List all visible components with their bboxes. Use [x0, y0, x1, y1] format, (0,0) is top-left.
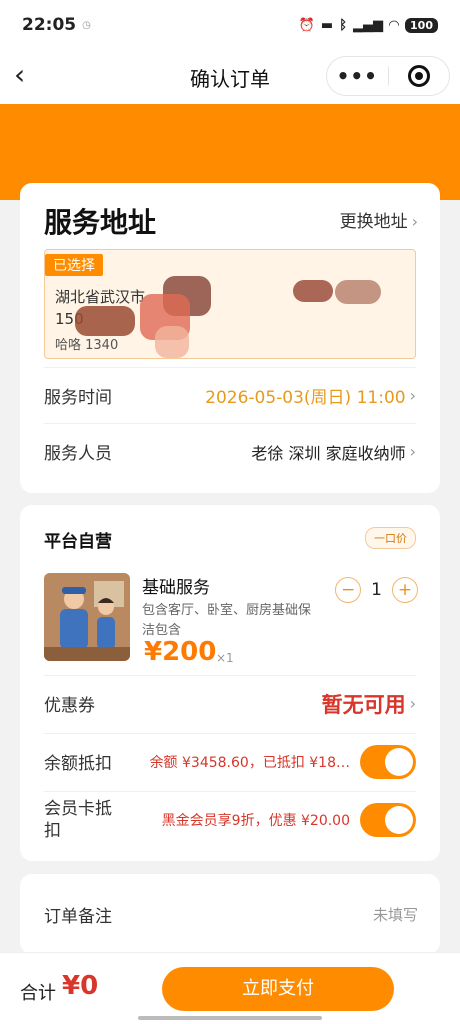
chevron-right-icon: › [409, 386, 416, 405]
chevron-right-icon: › [409, 694, 416, 713]
order-card: 平台自营 一口价 基础服务 包含客厅、卧室、厨房基础保洁包含 ¥200 ×1 −… [20, 505, 440, 861]
balance-row: 余额抵扣 余额 ¥3458.60，已抵扣 ¥18… [44, 733, 416, 789]
address-card: 服务地址 更换地址 › 已选择 湖北省武汉市 150 哈咯 1340 服务时间 2… [20, 183, 440, 493]
redaction-mark [293, 280, 333, 302]
minus-button[interactable]: − [335, 577, 362, 603]
address-line: 湖北省武汉市 [55, 288, 146, 306]
back-icon[interactable]: ‹ [14, 61, 44, 92]
note-label: 订单备注 [44, 907, 112, 927]
coupon-row[interactable]: 优惠券 暂无可用 › [44, 675, 416, 731]
bed-icon: ▬ [320, 17, 334, 33]
nav-bar: ‹ 确认订单 ••• [0, 50, 460, 104]
staff-row[interactable]: 服务人员 老徐 深圳 家庭收纳师 › [44, 423, 416, 479]
status-time: 22:05 [22, 15, 77, 35]
total-label: 合计 [20, 983, 56, 1004]
staff-value: 老徐 深圳 家庭收纳师 [251, 443, 406, 463]
service-time-label: 服务时间 [44, 388, 112, 408]
service-time-row[interactable]: 服务时间 2026-05-03(周日) 11:00 › [44, 367, 416, 423]
quantity-stepper: − 1 + [335, 577, 418, 603]
chevron-right-icon: › [411, 212, 418, 231]
service-image [44, 573, 130, 661]
close-button[interactable] [389, 65, 450, 87]
note-card[interactable]: 订单备注 未填写 [20, 874, 440, 954]
fixed-price-badge: 一口价 [365, 527, 416, 549]
selected-tag: 已选择 [45, 254, 103, 276]
member-row: 会员卡抵扣 黑金会员享9折，优惠 ¥20.00 [44, 791, 416, 847]
balance-label: 余额抵扣 [44, 754, 112, 774]
coupon-label: 优惠券 [44, 696, 95, 716]
change-address-link[interactable]: 更换地址 › [340, 207, 418, 232]
service-quantity-suffix: ×1 [216, 651, 234, 665]
change-address-label: 更换地址 [339, 212, 408, 232]
selected-address[interactable]: 已选择 湖北省武汉市 150 哈咯 1340 [44, 249, 416, 359]
address-heading: 服务地址 [44, 206, 157, 239]
staff-label: 服务人员 [44, 444, 112, 464]
member-label: 会员卡抵扣 [44, 798, 112, 841]
status-icons: ⏰ ▬ ᛒ ▂▄▆ ◠ 100 [298, 17, 438, 33]
service-price: ¥200 [144, 637, 217, 667]
more-button[interactable]: ••• [327, 64, 388, 88]
balance-toggle[interactable] [360, 744, 416, 779]
member-text: 黑金会员享9折，优惠 ¥20.00 [161, 812, 350, 829]
status-bar: 22:05 ◷ ⏰ ▬ ᛒ ▂▄▆ ◠ 100 [0, 0, 460, 50]
member-toggle[interactable] [360, 802, 416, 837]
redaction-mark [155, 326, 189, 358]
redaction-mark [75, 306, 135, 336]
quantity-value: 1 [371, 580, 382, 600]
plus-button[interactable]: + [392, 577, 418, 603]
home-indicator[interactable] [138, 1016, 322, 1020]
alarm-icon: ⏰ [298, 17, 315, 33]
bottom-bar: 合计 ¥0 立即支付 [0, 952, 460, 1024]
service-name: 基础服务 [142, 578, 210, 598]
service-description: 包含客厅、卧室、厨房基础保洁包含 [142, 603, 312, 638]
total-amount: ¥0 [62, 971, 99, 1001]
chevron-right-icon: › [409, 442, 416, 461]
address-contact: 哈咯 1340 [55, 338, 119, 353]
target-icon [407, 65, 430, 87]
pay-button[interactable]: 立即支付 [162, 967, 394, 1011]
service-time-value: 2026-05-03(周日) 11:00 [205, 388, 406, 408]
bluetooth-icon: ᛒ [339, 17, 348, 33]
coupon-value: 暂无可用 [321, 692, 406, 717]
dnd-icon: ◷ [82, 19, 91, 31]
battery-icon: 100 [405, 17, 438, 33]
note-value: 未填写 [372, 906, 418, 924]
mini-program-capsule: ••• [326, 56, 450, 96]
redaction-mark [335, 280, 381, 304]
balance-text: 余额 ¥3458.60，已抵扣 ¥18… [149, 754, 350, 771]
wifi-icon: ◠ [389, 17, 400, 33]
platform-label: 平台自营 [44, 532, 112, 552]
page-title: 确认订单 [190, 66, 270, 91]
signal-icon: ▂▄▆ [353, 17, 384, 33]
